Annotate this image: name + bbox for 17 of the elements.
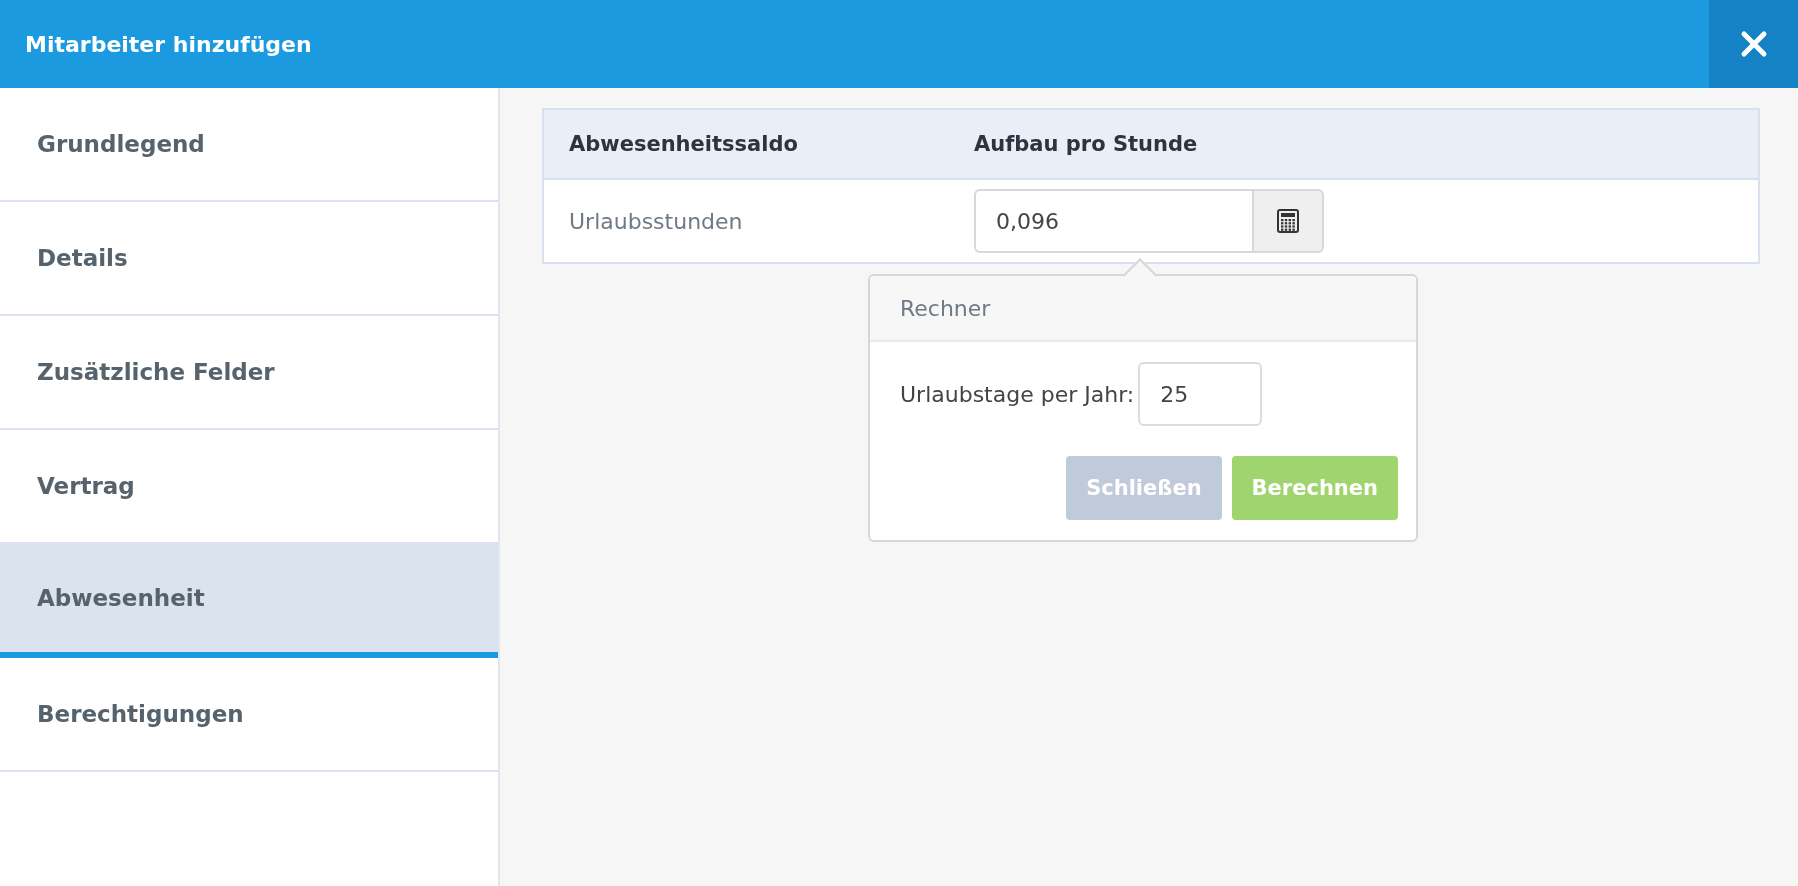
sidebar-tab[interactable]: Grundlegend [0,88,498,202]
close-icon [1739,30,1768,58]
window-title: Mitarbeiter hinzufügen [24,31,312,57]
field-label: Urlaubstage per Jahr: [900,381,1135,407]
sidebar-tab[interactable]: Abwesenheit [0,544,498,658]
close-button[interactable] [1709,0,1798,88]
popover-title: Rechner [900,295,991,321]
sidebar-tab[interactable]: Berechtigungen [0,658,498,772]
sidebar-tab[interactable]: Zusätzliche Felder [0,316,498,430]
column-header: Abwesenheitssaldo [543,109,949,179]
calculator-icon [1277,209,1299,233]
table-cell: Urlaubsstunden [543,179,949,263]
input-field[interactable]: 0,096 [974,189,1252,253]
calculator-button[interactable] [1252,189,1324,253]
input-field[interactable]: 25 [1138,362,1263,426]
column-header: Aufbau pro Stunde [949,109,1759,179]
sidebar-tab[interactable]: Details [0,202,498,316]
